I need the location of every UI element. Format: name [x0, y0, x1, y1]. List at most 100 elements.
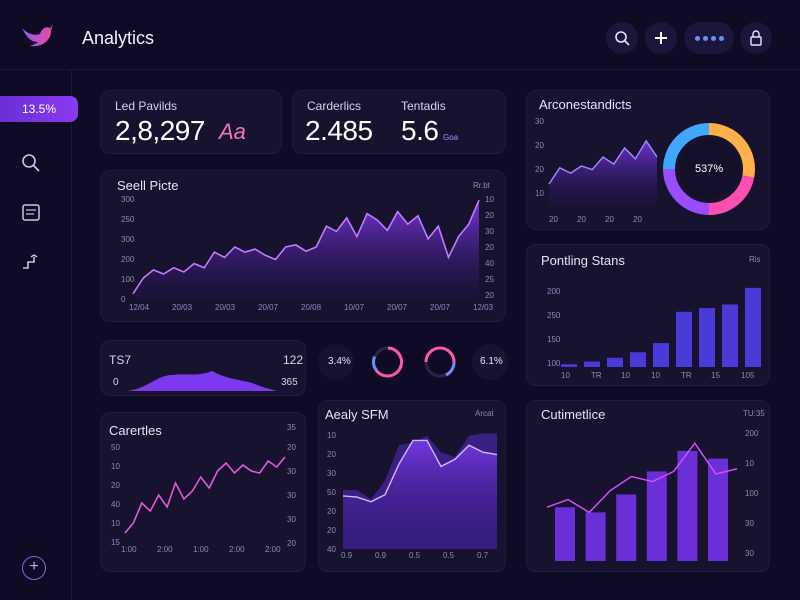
axis-tick-label: 10	[621, 371, 630, 380]
series-line	[124, 456, 286, 534]
app-title: Analytics	[82, 28, 155, 48]
bird-logo-icon	[22, 25, 53, 47]
bar	[607, 357, 623, 367]
axis-tick-label: 105	[741, 371, 755, 380]
stat-extra: Aa	[219, 119, 246, 144]
axis-tick-label: 50	[327, 488, 336, 497]
axis-tick-label: TR	[591, 371, 602, 380]
stat-label: Led Pavilds	[115, 99, 178, 113]
axis-tick-label: 2:00	[229, 545, 245, 554]
axis-tick-label: 20	[535, 165, 544, 174]
axis-tick-label: 20	[287, 443, 296, 452]
axis-tick-label: 20/03	[172, 303, 193, 312]
link-icon[interactable]	[20, 252, 42, 274]
sidebar: 13.5% +	[0, 70, 78, 600]
axis-tick-label: 20	[605, 215, 614, 224]
notifications-button[interactable]	[740, 22, 772, 54]
bar	[676, 311, 692, 367]
axis-tick-label: 0.7	[477, 551, 489, 560]
chart-corner-label: 35	[287, 423, 296, 432]
mini-right-top: 122	[283, 353, 304, 367]
stat-extra: Goa	[443, 133, 459, 142]
bar	[677, 450, 698, 561]
top-bar: Analytics	[0, 0, 800, 70]
bar	[616, 494, 637, 561]
document-icon[interactable]	[20, 202, 42, 224]
axis-tick-label: 25	[485, 275, 494, 284]
bottom-left-chart-card: Carertles 35 50 10 20 40 10 15 20 30 30 30 20 1:0…	[100, 412, 306, 572]
bar	[555, 507, 575, 561]
chart-corner-label: TU:35	[743, 409, 765, 418]
more-toggle-button[interactable]	[684, 22, 734, 54]
stat-value: 2.485	[305, 115, 373, 146]
dot-icon	[694, 35, 700, 41]
axis-tick-label: 10	[111, 519, 120, 528]
axis-tick-label: 30	[745, 519, 754, 528]
mini-left-value: 0	[113, 377, 119, 388]
axis-tick-label: 20/08	[301, 303, 322, 312]
chart-title: Pontling Stans	[541, 253, 625, 268]
main-chart-card: Seell Picte Rr.bt 300 250 300 200 100 0 10 20 3…	[100, 170, 506, 322]
axis-tick-label: 10	[327, 431, 336, 440]
add-button[interactable]	[645, 22, 677, 54]
chart-corner-label: Ris	[749, 255, 761, 264]
search-icon[interactable]	[20, 152, 42, 174]
axis-tick-label: 20	[549, 215, 558, 224]
top-right-chart-card: Arconestandicts 30 20 20 10 20 20 20 20 537%	[526, 90, 770, 230]
axis-tick-label: 40	[327, 545, 336, 554]
axis-tick-label: 10	[535, 189, 544, 198]
axis-tick-label: 20	[577, 215, 586, 224]
axis-tick-label: 10	[111, 462, 120, 471]
axis-tick-label: 30	[485, 227, 494, 236]
area-fill	[343, 440, 497, 549]
axis-tick-label: 0.5	[409, 551, 421, 560]
area-chart	[132, 199, 480, 299]
axis-tick-label: 2:00	[265, 545, 281, 554]
area-fill	[549, 140, 657, 211]
chart-title: Arconestandicts	[539, 97, 632, 112]
bar	[699, 308, 715, 367]
axis-tick-label: 30	[745, 549, 754, 558]
axis-tick-label: 0.5	[443, 551, 455, 560]
axis-tick-label: 40	[111, 500, 120, 509]
chart-title: Seell Picte	[117, 178, 179, 193]
mini-area-fill	[127, 371, 277, 391]
axis-tick-label: 20	[111, 481, 120, 490]
sidebar-badge[interactable]: 13.5%	[0, 96, 78, 122]
axis-tick-label: 20	[485, 291, 494, 300]
mini-area-chart	[127, 371, 277, 391]
axis-tick-label: 20/07	[430, 303, 451, 312]
axis-tick-label: 150	[547, 335, 561, 344]
combo-chart	[546, 441, 738, 561]
search-button[interactable]	[606, 22, 638, 54]
axis-tick-label: 10	[651, 371, 660, 380]
bar	[722, 304, 738, 367]
axis-tick-label: 20	[287, 539, 296, 548]
rings-row: 3.4% 6.1%	[318, 342, 508, 382]
axis-tick-label: 20	[485, 243, 494, 252]
lock-icon	[750, 30, 762, 46]
area-fill	[133, 200, 479, 299]
axis-tick-label: TR	[681, 371, 692, 380]
bar	[745, 287, 761, 367]
axis-tick-label: 1:00	[121, 545, 137, 554]
stat-label: Carderlics	[307, 99, 362, 113]
axis-tick-label: 40	[485, 259, 494, 268]
axis-tick-label: 200	[547, 287, 561, 296]
add-item-button[interactable]: +	[22, 556, 46, 580]
area-chart	[548, 139, 658, 211]
axis-tick-label: 30	[327, 469, 336, 478]
axis-tick-label: 10/07	[344, 303, 365, 312]
bar-chart	[561, 287, 761, 367]
axis-tick-label: 100	[547, 359, 561, 368]
progress-ring	[372, 346, 404, 378]
axis-tick-label: 100	[745, 489, 759, 498]
dot-icon	[702, 35, 708, 41]
axis-tick-label: 10	[561, 371, 570, 380]
bar	[584, 361, 600, 367]
dot-icon	[710, 35, 716, 41]
stat-value: 2,8,297	[115, 115, 205, 146]
axis-tick-label: 20/07	[387, 303, 408, 312]
mini-area-card: TS7 0 122 365	[100, 340, 306, 396]
bar-chart-card: Pontling Stans Ris 200 250 150 100 10 TR 10 10…	[526, 244, 770, 386]
